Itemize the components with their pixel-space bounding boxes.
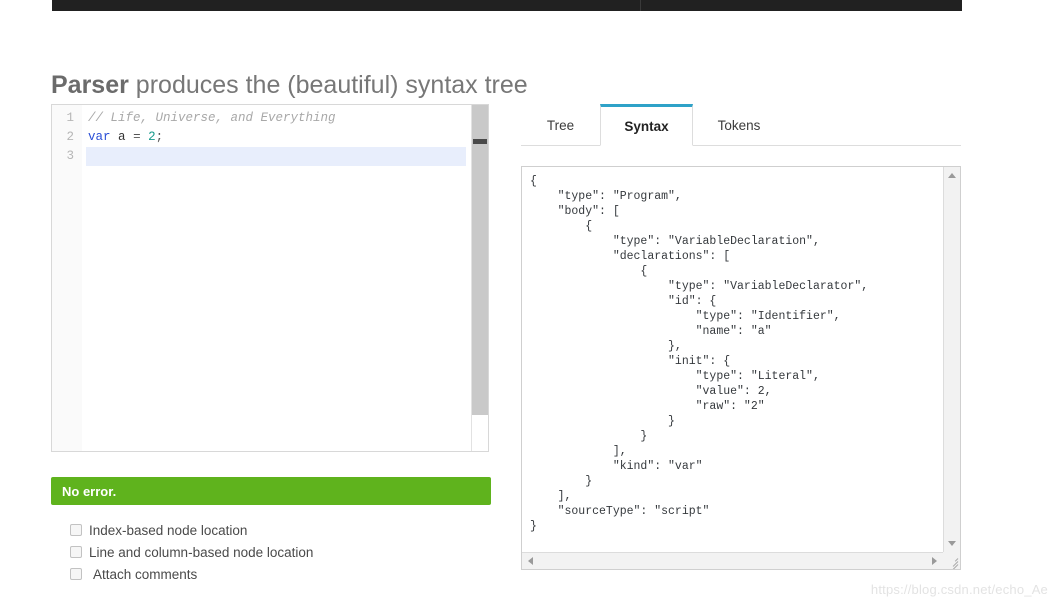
page-title: Parser produces the (beautiful) syntax t… — [51, 69, 528, 101]
output-vertical-scrollbar[interactable] — [943, 167, 960, 552]
output-horizontal-scrollbar[interactable] — [522, 552, 943, 569]
parser-options: Index-based node location Line and colum… — [70, 519, 490, 585]
line-number: 3 — [66, 149, 74, 163]
editor-scrollbar-thumb[interactable] — [473, 139, 487, 144]
option-label: Line and column-based node location — [89, 544, 314, 560]
number-token: 2 — [148, 130, 156, 144]
identifier-token: a — [118, 130, 126, 144]
line-content: // Life, Universe, and Everything — [86, 109, 466, 128]
tab-label: Syntax — [624, 118, 669, 134]
tab-label: Tree — [546, 117, 575, 133]
scroll-down-arrow-icon[interactable] — [948, 541, 956, 546]
watermark: https://blog.csdn.net/echo_Ae — [870, 582, 1048, 597]
line-content: var a = 2; — [86, 128, 466, 147]
output-tabs: Tree Syntax Tokens — [521, 104, 961, 146]
checkbox-icon[interactable] — [70, 546, 82, 558]
line-content — [86, 147, 466, 166]
syntax-tree-json: { "type": "Program", "body": [ { "type":… — [530, 175, 869, 533]
checkbox-icon[interactable] — [70, 568, 82, 580]
scroll-up-arrow-icon[interactable] — [948, 173, 956, 178]
editor-scrollbar-tail — [472, 415, 488, 451]
checkbox-icon[interactable] — [70, 524, 82, 536]
status-label: No error. — [62, 483, 117, 499]
scroll-left-arrow-icon[interactable] — [528, 557, 533, 565]
editor-line-2[interactable]: 2 var a = 2; — [52, 128, 488, 147]
resize-grip-icon[interactable] — [946, 555, 959, 569]
line-number: 2 — [66, 130, 74, 144]
comment-token: // Life, Universe, and Everything — [88, 111, 336, 125]
editor-line-1[interactable]: 1 // Life, Universe, and Everything — [52, 109, 488, 128]
resize-corner[interactable] — [943, 552, 960, 569]
option-label: Index-based node location — [89, 522, 248, 538]
code-editor[interactable]: 1 // Life, Universe, and Everything 2 va… — [51, 104, 489, 452]
top-navbar — [52, 0, 962, 11]
editor-lines: 1 // Life, Universe, and Everything 2 va… — [52, 109, 488, 166]
scroll-right-arrow-icon[interactable] — [932, 557, 937, 565]
status-badge: No error. — [51, 477, 491, 505]
tab-syntax[interactable]: Syntax — [600, 104, 693, 146]
page-title-strong: Parser — [51, 70, 129, 99]
option-attach-comments[interactable]: Attach comments — [70, 563, 490, 585]
tab-tokens[interactable]: Tokens — [693, 104, 785, 146]
option-index-based-node-location[interactable]: Index-based node location — [70, 519, 490, 541]
punctuation-token: ; — [155, 130, 164, 144]
option-label: Attach comments — [93, 566, 198, 582]
keyword-token: var — [88, 130, 111, 144]
operator-token: = — [133, 130, 141, 144]
tab-label: Tokens — [717, 117, 761, 133]
tab-tree[interactable]: Tree — [521, 104, 600, 146]
navbar-divider — [640, 0, 641, 11]
page-title-rest: produces the (beautiful) syntax tree — [128, 70, 528, 99]
editor-vertical-scrollbar[interactable] — [471, 105, 488, 451]
line-number: 1 — [66, 111, 74, 125]
editor-line-3[interactable]: 3 — [52, 147, 488, 166]
syntax-tree-output-panel[interactable]: { "type": "Program", "body": [ { "type":… — [521, 166, 961, 570]
option-line-column-based-node-location[interactable]: Line and column-based node location — [70, 541, 490, 563]
